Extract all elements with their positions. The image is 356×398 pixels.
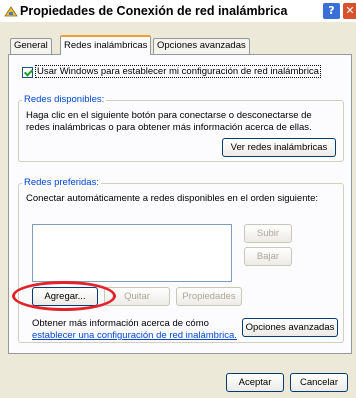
move-up-button[interactable]: Subir (244, 224, 292, 243)
title-bar: Propiedades de Conexión de red inalámbri… (0, 0, 356, 22)
wireless-properties-dialog: Propiedades de Conexión de red inalámbri… (0, 0, 356, 398)
properties-button[interactable]: Propiedades (176, 287, 242, 306)
advanced-options-button[interactable]: Opciones avanzadas (242, 318, 338, 337)
help-button[interactable]: ? (322, 2, 341, 20)
move-down-button[interactable]: Bajar (244, 247, 292, 266)
view-wireless-networks-button[interactable]: Ver redes inalámbricas (222, 138, 336, 157)
tab-wireless-networks[interactable]: Redes inalámbricas (60, 35, 152, 55)
tab-general[interactable]: General (10, 38, 52, 54)
use-windows-checkbox-label[interactable]: Usar Windows para establecer mi configur… (35, 65, 321, 78)
setup-wireless-link[interactable]: establecer una configuración de red inal… (32, 330, 237, 341)
more-info-text: Obtener más información acerca de cómo (32, 318, 209, 329)
network-connection-icon (4, 6, 18, 17)
preferred-networks-description: Conectar automáticamente a redes disponi… (26, 193, 319, 204)
window-title: Propiedades de Conexión de red inalámbri… (20, 4, 288, 18)
available-networks-description: Haga clic en el siguiente botón para con… (26, 110, 312, 133)
close-button[interactable]: ✕ (342, 2, 356, 20)
preferred-networks-title: Redes preferidas: (22, 177, 101, 188)
cancel-button[interactable]: Cancelar (290, 373, 348, 392)
available-networks-title: Redes disponibles: (22, 94, 107, 105)
ok-button[interactable]: Aceptar (226, 373, 284, 392)
tab-advanced-options[interactable]: Opciones avanzadas (153, 38, 250, 54)
preferred-networks-list[interactable] (32, 224, 232, 282)
highlight-annotation-circle (12, 281, 116, 311)
use-windows-checkbox[interactable] (22, 67, 33, 78)
